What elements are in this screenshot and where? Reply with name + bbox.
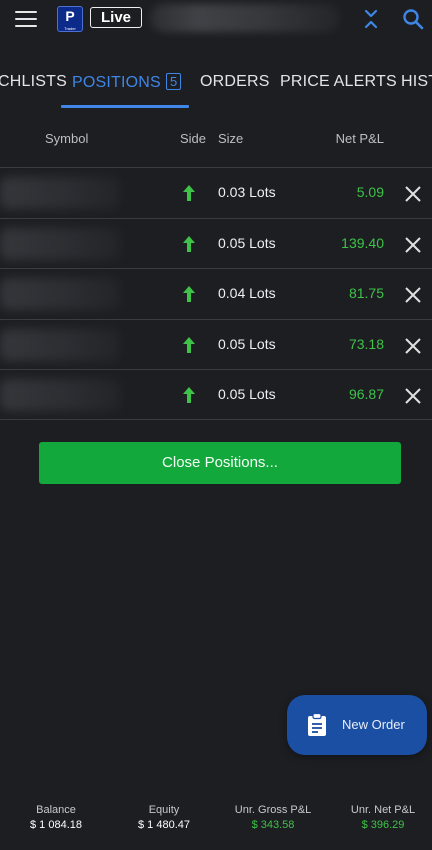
unrealized-gross-pnl-label: Unr. Gross P&L [234, 804, 312, 816]
collapse-arrows-icon[interactable] [362, 8, 380, 30]
unrealized-net-pnl-label: Unr. Net P&L [350, 804, 416, 816]
top-bar: P Trader Live [0, 0, 432, 40]
app-logo: P Trader [57, 6, 83, 32]
column-header-size: Size [218, 131, 244, 146]
position-size: 0.04 Lots [218, 285, 276, 301]
new-order-button[interactable]: New Order [287, 695, 427, 755]
balance-value: $ 1 084.18 [30, 819, 82, 831]
column-header-net-pnl: Net P&L [335, 131, 384, 146]
active-tab-indicator [61, 105, 189, 108]
unrealized-gross-pnl-value: $ 343.58 [251, 819, 295, 831]
position-net-pnl: 5.09 [356, 184, 384, 200]
equity-value: $ 1 480.47 [138, 819, 190, 831]
balance-label: Balance [36, 804, 76, 816]
footer-unrealized-net-pnl: Unr. Net P&L $ 396.29 [333, 804, 432, 831]
symbol-redacted [0, 177, 120, 209]
tab-history[interactable]: HIST [401, 73, 432, 91]
hamburger-icon[interactable] [15, 11, 37, 27]
position-net-pnl: 139.40 [341, 234, 384, 251]
close-positions-button[interactable]: Close Positions... [39, 442, 401, 484]
arrow-up-icon [183, 286, 195, 302]
arrow-up-icon [183, 185, 195, 201]
position-row[interactable]: 0.05 Lots 73.18 [0, 318, 432, 370]
symbol-redacted [0, 328, 120, 361]
footer-unrealized-gross-pnl: Unr. Gross P&L $ 343.58 [223, 804, 323, 831]
clipboard-icon [308, 713, 326, 736]
close-icon[interactable] [404, 236, 422, 254]
position-size: 0.05 Lots [218, 335, 276, 352]
positions-count-badge: 5 [165, 73, 182, 90]
tab-watchlists[interactable]: CHLISTS [0, 73, 67, 91]
close-icon[interactable] [404, 387, 422, 405]
close-icon[interactable] [404, 286, 422, 304]
position-net-pnl: 73.18 [348, 335, 384, 352]
live-mode-badge[interactable]: Live [90, 7, 142, 28]
tab-bar: CHLISTS POSITIONS 5 ORDERS PRICE ALERTS H… [0, 62, 432, 110]
positions-list: 0.03 Lots 5.09 0.05 Lots 139.40 0.04 Lot… [0, 167, 432, 420]
symbol-redacted [0, 278, 120, 310]
logo-letter: P [65, 8, 75, 24]
account-summary-footer: Balance $ 1 084.18 Equity $ 1 480.47 Unr… [0, 804, 432, 844]
logo-subtext: Trader [64, 26, 76, 31]
close-icon[interactable] [404, 185, 422, 203]
tab-positions-label: POSITIONS [72, 74, 161, 91]
equity-label: Equity [148, 804, 180, 816]
position-row[interactable]: 0.05 Lots 139.40 [0, 217, 432, 269]
tab-orders[interactable]: ORDERS [200, 73, 270, 91]
column-header-side: Side [180, 131, 207, 146]
position-size: 0.05 Lots [218, 386, 276, 402]
search-icon[interactable] [402, 8, 424, 30]
position-row[interactable]: 0.03 Lots 5.09 [0, 167, 432, 218]
symbol-redacted [0, 379, 120, 411]
position-row[interactable]: 0.04 Lots 81.75 [0, 268, 432, 319]
position-size: 0.03 Lots [218, 184, 276, 200]
position-size: 0.05 Lots [218, 234, 276, 251]
position-net-pnl: 96.87 [348, 386, 384, 402]
arrow-up-icon [183, 336, 195, 353]
symbol-redacted [0, 227, 120, 260]
arrow-up-icon [183, 387, 195, 403]
app-root: P Trader Live CHLISTS POSITIONS 5 ORDERS … [0, 0, 432, 850]
positions-table-header: Symbol Side Size Net P&L [0, 128, 432, 152]
position-net-pnl: 81.75 [348, 285, 384, 301]
unrealized-net-pnl-value: $ 396.29 [361, 819, 405, 831]
close-icon[interactable] [404, 337, 422, 355]
account-selector-redacted[interactable] [150, 4, 340, 32]
new-order-label: New Order [342, 717, 405, 732]
footer-balance: Balance $ 1 084.18 [6, 804, 106, 831]
column-header-symbol: Symbol [45, 131, 89, 146]
footer-equity: Equity $ 1 480.47 [114, 804, 214, 831]
arrow-up-icon [183, 235, 195, 252]
position-row[interactable]: 0.05 Lots 96.87 [0, 369, 432, 420]
tab-positions[interactable]: POSITIONS 5 [72, 73, 182, 92]
tab-price-alerts[interactable]: PRICE ALERTS [280, 73, 397, 91]
